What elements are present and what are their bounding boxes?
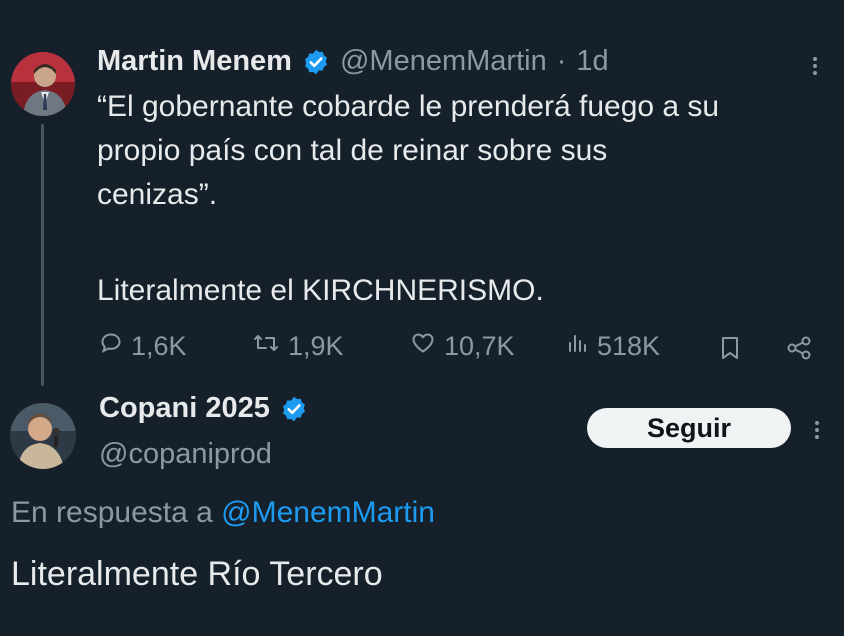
tweet-header: Martin Menem @MenemMartin · 1d — [97, 45, 609, 78]
tweet-time[interactable]: 1d — [576, 45, 608, 78]
in-reply-handle-link[interactable]: @MenemMartin — [221, 496, 435, 529]
tweet-line: propio país con tal de reinar sobre sus — [97, 134, 608, 167]
reply-button[interactable]: 1,6K — [99, 331, 187, 362]
verified-badge-icon — [302, 48, 330, 76]
in-reply-prefix: En respuesta a — [11, 496, 213, 529]
verified-badge-icon — [280, 395, 308, 423]
views-button[interactable]: 518K — [565, 331, 660, 362]
tweet-line: cenizas”. — [97, 178, 218, 211]
like-count: 10,7K — [444, 331, 515, 361]
share-icon[interactable] — [785, 335, 813, 366]
author-handle[interactable]: @MenemMartin — [340, 45, 547, 78]
bookmark-icon[interactable] — [718, 335, 742, 366]
in-reply-to: En respuesta a @MenemMartin — [11, 496, 435, 530]
reply-author-handle[interactable]: @copaniprod — [99, 438, 272, 471]
tweet-line — [97, 217, 837, 269]
more-options-icon[interactable] — [813, 54, 817, 78]
views-chart-icon — [565, 331, 589, 362]
copani-avatar[interactable] — [10, 403, 76, 469]
reply-author-name[interactable]: Copani 2025 — [99, 392, 270, 425]
thread-connector-line — [41, 124, 44, 386]
author-name[interactable]: Martin Menem — [97, 45, 292, 78]
retweet-count: 1,9K — [288, 331, 344, 361]
views-count: 518K — [597, 331, 661, 361]
retweet-icon — [252, 331, 280, 362]
retweet-button[interactable]: 1,9K — [252, 331, 344, 362]
reply-header: Copani 2025 — [99, 392, 308, 425]
follow-button[interactable]: Seguir — [587, 408, 791, 448]
tweet-line: Literalmente el KIRCHNERISMO. — [97, 274, 544, 307]
menem-avatar[interactable] — [11, 52, 75, 116]
reply-count: 1,6K — [131, 331, 187, 361]
separator-dot: · — [556, 45, 567, 77]
more-options-icon[interactable] — [815, 418, 819, 442]
tweet-line: “El gobernante cobarde le prenderá fuego… — [97, 90, 720, 123]
reply-icon — [99, 331, 123, 362]
reply-text: Literalmente Río Tercero — [11, 555, 383, 593]
heart-icon — [410, 331, 436, 362]
like-button[interactable]: 10,7K — [410, 331, 515, 362]
tweet-text: “El gobernante cobarde le prenderá fuego… — [97, 85, 837, 313]
